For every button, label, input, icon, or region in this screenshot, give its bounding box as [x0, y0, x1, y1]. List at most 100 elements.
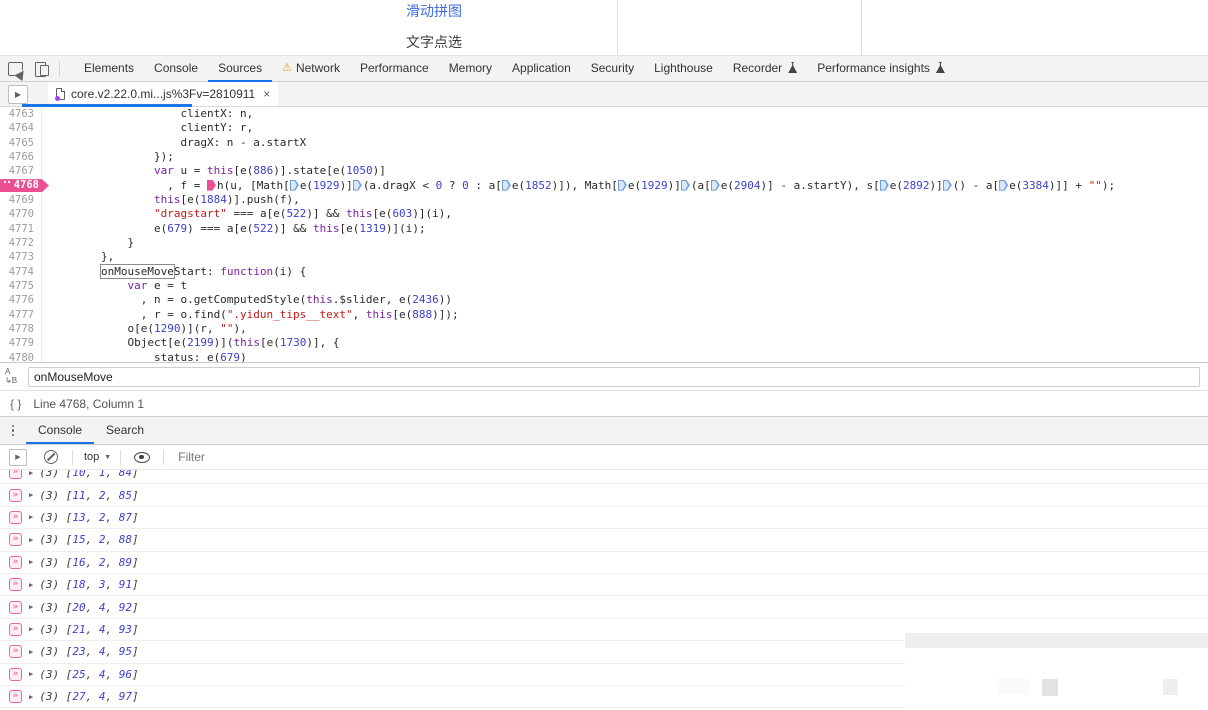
inline-breakpoint-candidate-icon[interactable] — [353, 180, 362, 191]
clear-console-icon[interactable] — [44, 450, 58, 464]
toolbar-divider — [163, 450, 164, 465]
match-case-icon[interactable]: A↳B — [5, 367, 23, 387]
expand-triangle-icon[interactable]: ▶ — [29, 603, 33, 611]
line-number[interactable]: 4779 — [0, 336, 42, 350]
code-token: 2199 — [187, 336, 214, 349]
array-preview: (3) [15, 2, 88] — [39, 533, 138, 546]
inline-breakpoint-candidate-icon[interactable] — [999, 180, 1008, 191]
code-text: var e = t — [42, 279, 187, 293]
device-toolbar-icon[interactable] — [35, 62, 49, 76]
expand-triangle-icon[interactable]: ▶ — [29, 670, 33, 678]
tab-console[interactable]: Console — [144, 56, 208, 82]
line-number-logpoint[interactable]: 47684768 — [0, 179, 42, 193]
console-message-row[interactable]: »▶(3) [10, 1, 84] — [0, 470, 1208, 484]
captcha-mode-slide-link[interactable]: 滑动拼图 — [0, 1, 868, 21]
expand-triangle-icon[interactable]: ▶ — [29, 625, 33, 633]
logpoint-badge-icon: » — [9, 533, 22, 546]
drawer-menu-icon[interactable] — [0, 417, 26, 444]
line-number[interactable]: 4766 — [0, 150, 42, 164]
code-token: "dragstart" — [154, 207, 227, 220]
expand-triangle-icon[interactable]: ▶ — [29, 693, 33, 701]
sources-file-tabstrip: ▶ core.v2.22.0.mi...js%3Fv=2810911 × — [0, 82, 1208, 107]
tab-memory[interactable]: Memory — [439, 56, 502, 82]
line-number[interactable]: 4763 — [0, 107, 42, 121]
code-token: )) — [439, 293, 452, 306]
line-number[interactable]: 4773 — [0, 250, 42, 264]
play-icon: ▶ — [15, 90, 21, 99]
line-number[interactable]: 4764 — [0, 121, 42, 135]
code-line: 4776 , n = o.getComputedStyle(this.$slid… — [0, 293, 1208, 307]
tab-security[interactable]: Security — [581, 56, 644, 82]
inline-breakpoint-candidate-icon[interactable] — [502, 180, 511, 191]
code-token — [48, 265, 101, 278]
tab-search[interactable]: Search — [94, 417, 156, 444]
expand-triangle-icon[interactable]: ▶ — [29, 513, 33, 521]
artifact-gray-square — [997, 679, 1029, 695]
tab-console[interactable]: Console — [26, 417, 94, 444]
pretty-print-icon[interactable]: { } — [10, 397, 21, 411]
console-message-row[interactable]: »▶(3) [18, 3, 91] — [0, 574, 1208, 596]
close-icon[interactable]: × — [263, 88, 270, 100]
javascript-context-dropdown[interactable]: top▼ — [84, 451, 111, 463]
inline-breakpoint-candidate-icon[interactable] — [681, 180, 690, 191]
code-token: this — [207, 164, 234, 177]
logpoint-badge-icon: » — [9, 690, 22, 703]
console-message-row[interactable]: »▶(3) [11, 2, 85] — [0, 484, 1208, 506]
tab-application[interactable]: Application — [502, 56, 581, 82]
inline-breakpoint-candidate-icon[interactable] — [943, 180, 952, 191]
tab-recorder[interactable]: Recorder — [723, 56, 807, 82]
search-input[interactable] — [28, 367, 1200, 387]
tab-network[interactable]: ⚠Network — [272, 56, 350, 82]
inline-breakpoint-active-icon[interactable] — [207, 180, 216, 191]
logpoint-marker[interactable]: 4768 — [0, 179, 49, 192]
script-file-icon — [56, 88, 65, 100]
line-number[interactable]: 4769 — [0, 193, 42, 207]
expand-triangle-icon[interactable]: ▶ — [29, 581, 33, 589]
inline-breakpoint-candidate-icon[interactable] — [618, 180, 627, 191]
code-editor[interactable]: 4763 clientX: n,4764 clientY: r,4765 dra… — [0, 107, 1208, 362]
line-number[interactable]: 4767 — [0, 164, 42, 178]
console-message-row[interactable]: »▶(3) [20, 4, 92] — [0, 596, 1208, 618]
code-line: 4765 dragX: n - a.startX — [0, 136, 1208, 150]
line-number[interactable]: 4780 — [0, 351, 42, 362]
tab-performance[interactable]: Performance — [350, 56, 439, 82]
line-number[interactable]: 4777 — [0, 308, 42, 322]
code-token: ? — [442, 179, 462, 192]
tab-lighthouse[interactable]: Lighthouse — [644, 56, 723, 82]
code-token: 2892 — [903, 179, 930, 192]
line-number[interactable]: 4778 — [0, 322, 42, 336]
live-expression-eye-icon[interactable] — [134, 452, 150, 463]
inspect-element-icon[interactable] — [8, 62, 23, 76]
code-token: )]] + — [1049, 179, 1089, 192]
captcha-mode-text-click-label[interactable]: 文字点选 — [0, 32, 868, 52]
console-sidebar-toggle-button[interactable]: ▶ — [9, 449, 27, 466]
console-message-row[interactable]: » ▶ (3) [15, 2, 88] — [0, 529, 1208, 551]
tab-sources[interactable]: Sources — [208, 56, 272, 82]
console-filter-input[interactable] — [178, 450, 878, 464]
inline-breakpoint-candidate-icon[interactable] — [711, 180, 720, 191]
line-number[interactable]: 4771 — [0, 222, 42, 236]
line-number[interactable]: 4765 — [0, 136, 42, 150]
expand-triangle-icon[interactable]: ▶ — [29, 491, 33, 499]
navigator-toggle-button[interactable]: ▶ — [8, 85, 28, 104]
line-number[interactable]: 4774 — [0, 265, 42, 279]
expand-triangle-icon[interactable]: ▶ — [29, 470, 33, 477]
code-text: e(679) === a[e(522)] && this[e(1319)](i)… — [42, 222, 426, 236]
console-message-row[interactable]: »▶(3) [13, 2, 87] — [0, 507, 1208, 529]
line-number[interactable]: 4772 — [0, 236, 42, 250]
code-token: (a[ — [691, 179, 711, 192]
expand-triangle-icon[interactable]: ▶ — [29, 648, 33, 656]
line-number[interactable]: 4775 — [0, 279, 42, 293]
file-tab[interactable]: core.v2.22.0.mi...js%3Fv=2810911 × — [48, 82, 278, 106]
inline-breakpoint-candidate-icon[interactable] — [290, 180, 299, 191]
code-line: 4775 var e = t — [0, 279, 1208, 293]
line-number[interactable]: 4776 — [0, 293, 42, 307]
expand-triangle-icon[interactable]: ▶ — [29, 536, 33, 544]
code-token: this — [366, 308, 393, 321]
tab-elements[interactable]: Elements — [74, 56, 144, 82]
tab-performance-insights[interactable]: Performance insights — [807, 56, 955, 82]
inline-breakpoint-candidate-icon[interactable] — [880, 180, 889, 191]
line-number[interactable]: 4770 — [0, 207, 42, 221]
expand-triangle-icon[interactable]: ▶ — [29, 558, 33, 566]
console-message-row[interactable]: »▶(3) [16, 2, 89] — [0, 552, 1208, 574]
